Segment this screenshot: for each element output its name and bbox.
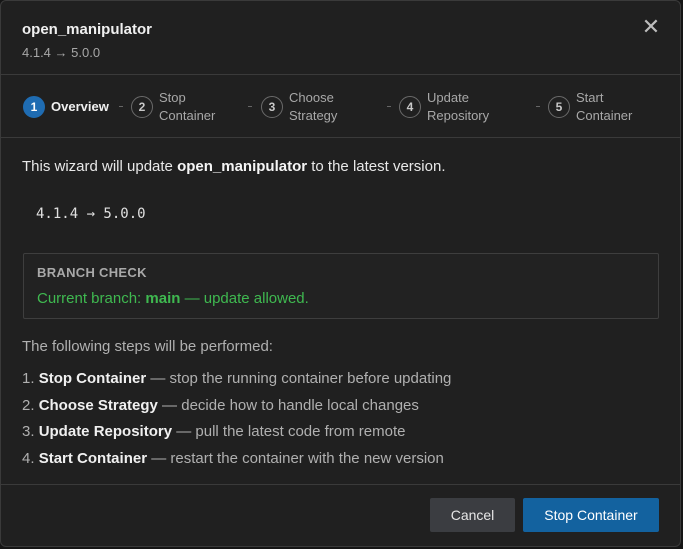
- step-number: 5: [548, 96, 570, 118]
- steps-intro: The following steps will be performed:: [22, 338, 273, 355]
- branch-name: main: [145, 290, 181, 307]
- intro-text: This wizard will update open_manipulator…: [22, 158, 445, 175]
- step-choose-strategy[interactable]: 3 Choose Strategy: [261, 76, 349, 138]
- step-number: 3: [261, 96, 283, 118]
- close-icon[interactable]: ✕: [641, 15, 661, 39]
- plan-step-name: Update Repository: [38, 423, 173, 440]
- wizard-stepper: 1 Overview 2 Stop Container 3 Choose Str…: [1, 76, 680, 138]
- step-overview[interactable]: 1 Overview: [23, 76, 109, 138]
- step-label: Stop Container: [159, 90, 216, 123]
- step-separator: [536, 106, 540, 107]
- step-separator: [119, 106, 123, 107]
- planned-steps-list: 1. Stop Container — stop the running con…: [22, 366, 451, 472]
- intro-prefix: This wizard will update: [22, 158, 178, 175]
- branch-suffix: — update allowed.: [180, 290, 309, 307]
- plan-step-name: Start Container: [38, 449, 148, 467]
- dialog-subtitle: 4.1.4 → 5.0.0: [22, 45, 101, 60]
- step-separator: [387, 106, 391, 107]
- list-item: 1. Stop Container — stop the running con…: [22, 366, 451, 393]
- plan-index: 2.: [22, 396, 39, 414]
- step-stop-container[interactable]: 2 Stop Container: [131, 76, 229, 138]
- intro-suffix: to the latest version.: [307, 158, 446, 175]
- stop-container-button[interactable]: Stop Container: [523, 498, 659, 532]
- step-label: Start Container: [576, 90, 633, 123]
- plan-step-name: Choose Strategy: [38, 396, 158, 414]
- branch-prefix: Current branch:: [37, 290, 146, 307]
- plan-index: 1.: [22, 370, 39, 387]
- branch-check-title: BRANCH CHECK: [37, 265, 147, 280]
- dialog-footer: Cancel Stop Container: [1, 484, 680, 548]
- step-start-container[interactable]: 5 Start Container: [548, 76, 646, 138]
- plan-step-desc: — decide how to handle local changes: [157, 396, 419, 414]
- version-change: 4.1.4 → 5.0.0: [36, 206, 146, 222]
- list-item: 4. Start Container — restart the contain…: [22, 446, 451, 473]
- step-label: Choose Strategy: [289, 90, 338, 123]
- plan-index: 3.: [22, 423, 39, 440]
- intro-package-name: open_manipulator: [177, 158, 308, 175]
- step-separator: [248, 106, 252, 107]
- step-label: Update Repository: [427, 90, 490, 123]
- plan-step-desc: — pull the latest code from remote: [172, 423, 406, 440]
- step-label: Overview: [51, 99, 109, 114]
- step-number: 1: [23, 96, 45, 118]
- plan-step-desc: — stop the running container before upda…: [146, 370, 452, 387]
- branch-status-message: Current branch: main — update allowed.: [37, 290, 309, 307]
- list-item: 2. Choose Strategy — decide how to handl…: [22, 393, 451, 420]
- step-number: 4: [399, 96, 421, 118]
- plan-index: 4.: [22, 449, 39, 467]
- step-number: 2: [131, 96, 153, 118]
- dialog-title: open_manipulator: [22, 21, 153, 38]
- plan-step-name: Stop Container: [38, 370, 147, 387]
- dialog-header: open_manipulator 4.1.4 → 5.0.0 ✕: [1, 1, 680, 75]
- cancel-button[interactable]: Cancel: [430, 498, 515, 532]
- list-item: 3. Update Repository — pull the latest c…: [22, 419, 451, 446]
- branch-check-panel: BRANCH CHECK Current branch: main — upda…: [23, 253, 659, 319]
- update-wizard-dialog: open_manipulator 4.1.4 → 5.0.0 ✕ 1 Overv…: [0, 0, 681, 547]
- plan-step-desc: — restart the container with the new ver…: [147, 449, 444, 467]
- step-update-repository[interactable]: 4 Update Repository: [399, 76, 497, 138]
